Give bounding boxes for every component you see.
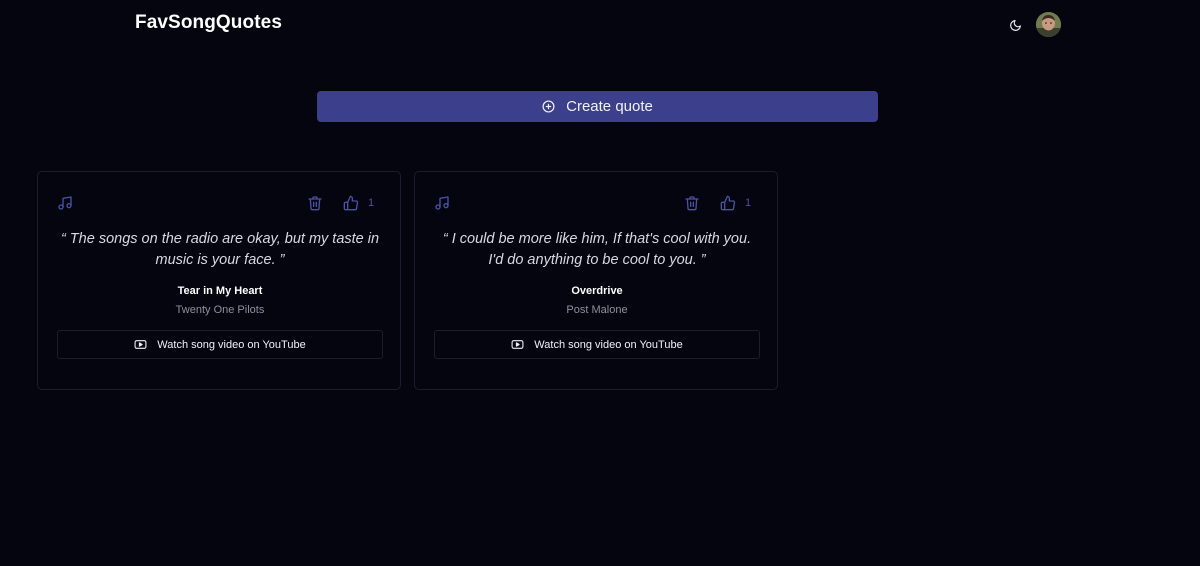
thumbs-up-icon[interactable] (720, 195, 736, 211)
music-note-icon (435, 196, 449, 210)
song-title: Tear in My Heart (177, 285, 263, 297)
user-avatar[interactable] (1036, 12, 1061, 37)
create-quote-label: Create quote (566, 98, 653, 115)
watch-video-button[interactable]: Watch song video on YouTube (434, 330, 760, 359)
moon-icon (1009, 19, 1021, 31)
watch-video-label: Watch song video on YouTube (534, 338, 683, 351)
avatar-image (1036, 12, 1061, 37)
youtube-icon (134, 338, 147, 351)
brand-title[interactable]: FavSongQuotes (135, 12, 282, 34)
quote-text: “ The songs on the radio are okay, but m… (60, 231, 380, 268)
quote-text: “ I could be more like him, If that's co… (442, 231, 752, 268)
watch-video-button[interactable]: Watch song video on YouTube (57, 330, 383, 359)
like-count: 1 (745, 197, 752, 209)
trash-icon[interactable] (684, 195, 700, 211)
quote-card: 1 “ I could be more like him, If that's … (414, 171, 778, 390)
artist-name: Post Malone (566, 304, 628, 316)
plus-circle-icon (542, 100, 555, 113)
watch-video-label: Watch song video on YouTube (157, 338, 306, 351)
create-quote-button[interactable]: Create quote (317, 91, 878, 122)
thumbs-up-icon[interactable] (343, 195, 359, 211)
song-title: Overdrive (571, 285, 623, 297)
trash-icon[interactable] (307, 195, 323, 211)
top-navbar: FavSongQuotes (0, 0, 1200, 50)
artist-name: Twenty One Pilots (175, 304, 265, 316)
music-note-icon (58, 196, 72, 210)
quote-card: 1 “ The songs on the radio are okay, but… (37, 171, 401, 390)
youtube-icon (511, 338, 524, 351)
like-count: 1 (368, 197, 375, 209)
theme-toggle-button[interactable] (1005, 15, 1025, 35)
